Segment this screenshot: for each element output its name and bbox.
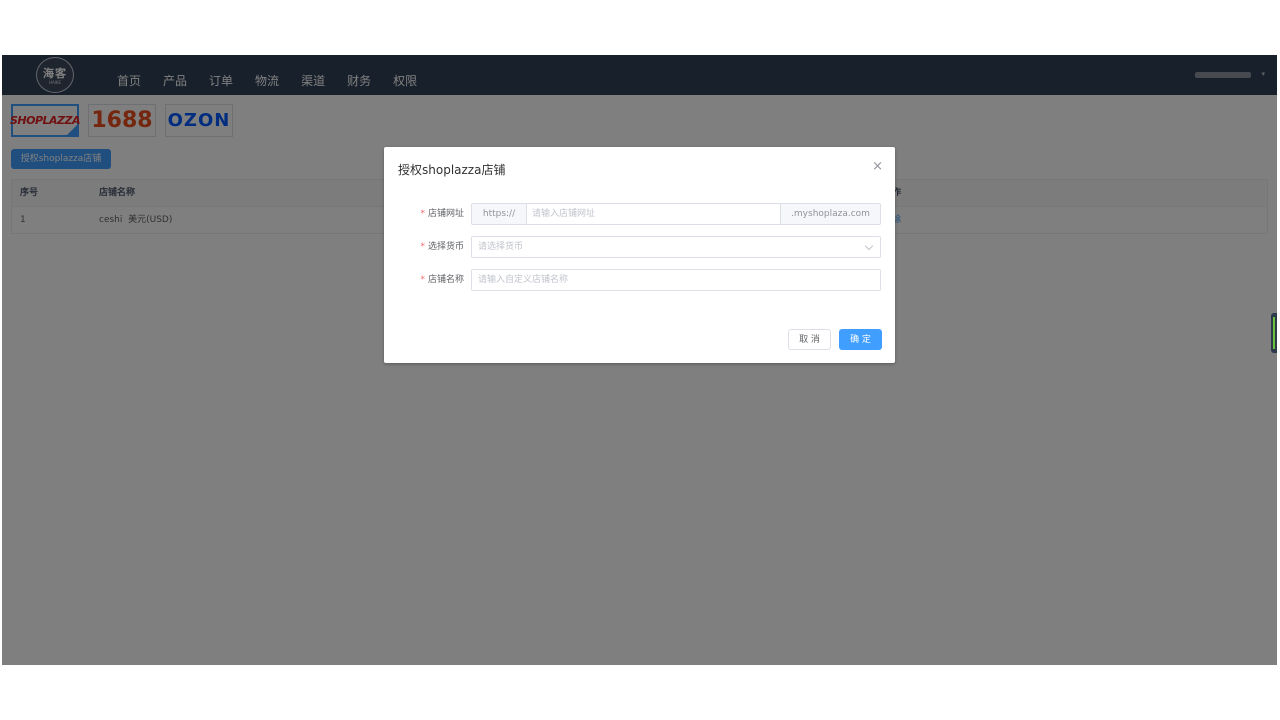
shop-name-field — [471, 269, 881, 291]
required-mark: * — [420, 242, 425, 252]
side-drawer-handle[interactable] — [1271, 313, 1277, 353]
required-mark: * — [420, 209, 425, 219]
shop-name-label: * 店铺名称 — [420, 269, 464, 291]
chevron-down-icon — [864, 241, 874, 251]
handle-indicator — [1273, 317, 1275, 349]
url-label: * 店铺网址 — [420, 203, 464, 225]
required-mark: * — [420, 275, 425, 285]
currency-placeholder: 请选择货币 — [478, 242, 524, 252]
form-row-currency: * 选择货币 请选择货币 — [384, 236, 895, 258]
form-row-shop-name: * 店铺名称 — [384, 269, 895, 291]
cancel-button[interactable]: 取 消 — [788, 329, 831, 350]
currency-label-text: 选择货币 — [427, 242, 464, 252]
shop-url-input[interactable] — [526, 204, 782, 224]
confirm-button[interactable]: 确 定 — [839, 329, 882, 350]
url-prefix: https:// — [472, 204, 527, 224]
url-suffix: .myshoplaza.com — [780, 204, 880, 224]
dialog-title: 授权shoplazza店铺 — [398, 163, 506, 177]
currency-select[interactable]: 请选择货币 — [471, 236, 881, 258]
app-window: 海客 HAIKE 首页 产品 订单 物流 渠道 财务 权限 ▾ SHOPLAZZ… — [2, 55, 1277, 665]
url-field: https:// .myshoplaza.com — [471, 203, 881, 225]
shop-name-label-text: 店铺名称 — [427, 275, 464, 285]
close-icon[interactable]: × — [872, 160, 883, 174]
currency-label: * 选择货币 — [420, 236, 464, 258]
url-label-text: 店铺网址 — [427, 209, 464, 219]
form-row-url: *店铺网址 https:// .myshoplaza.com — [384, 203, 895, 225]
authorize-dialog: 授权shoplazza店铺 × *店铺网址 https:// .myshopla… — [384, 147, 895, 363]
shop-name-input[interactable] — [472, 270, 880, 290]
